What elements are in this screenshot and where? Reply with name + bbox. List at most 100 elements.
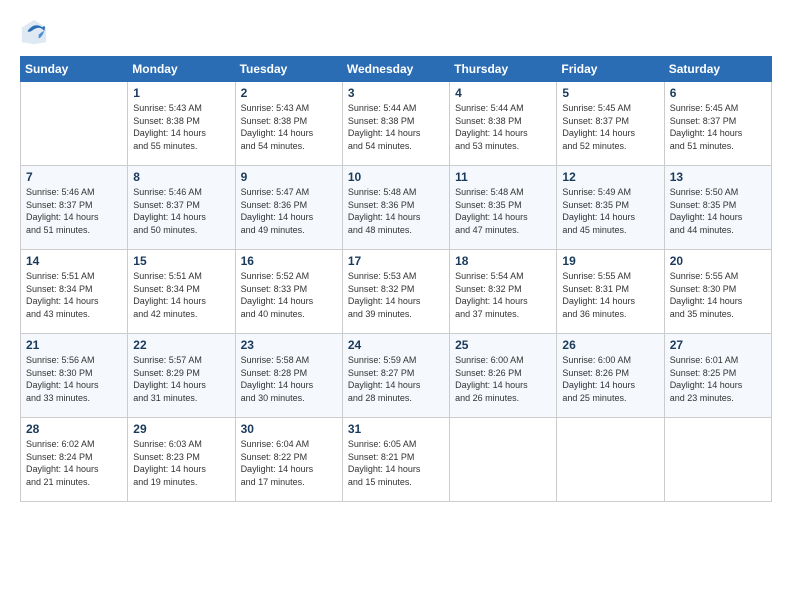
calendar-cell: 29Sunrise: 6:03 AMSunset: 8:23 PMDayligh… [128,418,235,502]
cell-info: Sunset: 8:32 PM [348,283,444,296]
cell-info: Daylight: 14 hours [348,463,444,476]
day-number: 14 [26,254,122,268]
cell-info: Sunset: 8:25 PM [670,367,766,380]
cell-info: Sunset: 8:38 PM [133,115,229,128]
cell-info: Sunset: 8:37 PM [562,115,658,128]
day-number: 19 [562,254,658,268]
day-number: 20 [670,254,766,268]
cell-info: Sunrise: 5:43 AM [241,102,337,115]
day-number: 4 [455,86,551,100]
cell-info: Sunrise: 5:47 AM [241,186,337,199]
cell-info: and 54 minutes. [348,140,444,153]
cell-info: Sunrise: 6:03 AM [133,438,229,451]
cell-info: Sunrise: 5:55 AM [670,270,766,283]
weekday-header: Sunday [21,57,128,82]
calendar-cell: 21Sunrise: 5:56 AMSunset: 8:30 PMDayligh… [21,334,128,418]
cell-info: Sunset: 8:37 PM [670,115,766,128]
day-number: 31 [348,422,444,436]
weekday-header: Friday [557,57,664,82]
cell-info: Sunrise: 5:45 AM [670,102,766,115]
calendar-cell: 22Sunrise: 5:57 AMSunset: 8:29 PMDayligh… [128,334,235,418]
cell-info: Daylight: 14 hours [670,379,766,392]
cell-info: Daylight: 14 hours [562,295,658,308]
day-number: 26 [562,338,658,352]
cell-info: and 19 minutes. [133,476,229,489]
cell-info: Daylight: 14 hours [670,295,766,308]
cell-info: Daylight: 14 hours [241,379,337,392]
calendar-week-row: 21Sunrise: 5:56 AMSunset: 8:30 PMDayligh… [21,334,772,418]
cell-info: Sunrise: 5:48 AM [348,186,444,199]
cell-info: Sunset: 8:28 PM [241,367,337,380]
cell-info: and 49 minutes. [241,224,337,237]
cell-info: Sunrise: 5:45 AM [562,102,658,115]
day-number: 11 [455,170,551,184]
cell-info: Sunset: 8:38 PM [241,115,337,128]
cell-info: Sunrise: 5:56 AM [26,354,122,367]
cell-info: Sunset: 8:36 PM [241,199,337,212]
cell-info: Sunrise: 5:49 AM [562,186,658,199]
cell-info: Sunset: 8:24 PM [26,451,122,464]
cell-info: Sunset: 8:36 PM [348,199,444,212]
calendar-cell: 7Sunrise: 5:46 AMSunset: 8:37 PMDaylight… [21,166,128,250]
cell-info: Daylight: 14 hours [133,379,229,392]
calendar-week-row: 7Sunrise: 5:46 AMSunset: 8:37 PMDaylight… [21,166,772,250]
calendar-cell: 27 Sunrise: 6:01 AMSunset: 8:25 PMDayligh… [664,334,771,418]
day-number: 22 [133,338,229,352]
cell-info: and 31 minutes. [133,392,229,405]
cell-info: Sunrise: 5:55 AM [562,270,658,283]
calendar-cell: 14Sunrise: 5:51 AMSunset: 8:34 PMDayligh… [21,250,128,334]
cell-info: Sunset: 8:27 PM [348,367,444,380]
header [20,16,772,48]
cell-info: Sunset: 8:29 PM [133,367,229,380]
weekday-header: Thursday [450,57,557,82]
cell-info: Sunrise: 5:48 AM [455,186,551,199]
day-number: 23 [241,338,337,352]
day-number: 27 [670,338,766,352]
calendar-cell [450,418,557,502]
cell-info: Daylight: 14 hours [133,127,229,140]
calendar-cell: 24Sunrise: 5:59 AMSunset: 8:27 PMDayligh… [342,334,449,418]
cell-info: and 36 minutes. [562,308,658,321]
calendar-cell: 2Sunrise: 5:43 AMSunset: 8:38 PMDaylight… [235,82,342,166]
cell-info: and 53 minutes. [455,140,551,153]
cell-info: and 51 minutes. [26,224,122,237]
calendar-cell [21,82,128,166]
calendar-cell: 13Sunrise: 5:50 AMSunset: 8:35 PMDayligh… [664,166,771,250]
cell-info: Sunset: 8:37 PM [133,199,229,212]
calendar: SundayMondayTuesdayWednesdayThursdayFrid… [20,56,772,502]
day-number: 2 [241,86,337,100]
cell-info: Sunset: 8:34 PM [133,283,229,296]
calendar-cell: 25Sunrise: 6:00 AMSunset: 8:26 PMDayligh… [450,334,557,418]
day-number: 13 [670,170,766,184]
cell-info: Sunrise: 6:05 AM [348,438,444,451]
calendar-cell: 26Sunrise: 6:00 AMSunset: 8:26 PMDayligh… [557,334,664,418]
day-number: 28 [26,422,122,436]
day-number: 10 [348,170,444,184]
cell-info: Daylight: 14 hours [133,463,229,476]
cell-info: Sunrise: 5:44 AM [455,102,551,115]
calendar-cell [557,418,664,502]
calendar-cell: 12Sunrise: 5:49 AMSunset: 8:35 PMDayligh… [557,166,664,250]
calendar-cell: 16Sunrise: 5:52 AMSunset: 8:33 PMDayligh… [235,250,342,334]
cell-info: Daylight: 14 hours [562,127,658,140]
cell-info: and 42 minutes. [133,308,229,321]
day-number: 29 [133,422,229,436]
day-number: 30 [241,422,337,436]
cell-info: Sunrise: 5:51 AM [133,270,229,283]
calendar-cell: 15Sunrise: 5:51 AMSunset: 8:34 PMDayligh… [128,250,235,334]
cell-info: and 25 minutes. [562,392,658,405]
cell-info: and 30 minutes. [241,392,337,405]
calendar-week-row: 14 Sunrise: 5:51 AMSunset: 8:34 PM Dayligh… [21,250,772,334]
weekday-header: Tuesday [235,57,342,82]
cell-info: Daylight: 14 hours [26,211,122,224]
cell-info: Sunrise: 6:01 AM [670,354,766,367]
cell-info: Sunset: 8:30 PM [26,367,122,380]
cell-info: Sunset: 8:38 PM [348,115,444,128]
cell-info: and 55 minutes. [133,140,229,153]
calendar-cell: 3Sunrise: 5:44 AMSunset: 8:38 PMDaylight… [342,82,449,166]
cell-info: Sunrise: 6:04 AM [241,438,337,451]
cell-info: Sunset: 8:35 PM [455,199,551,212]
cell-info: Sunrise: 5:44 AM [348,102,444,115]
cell-info: and 45 minutes. [562,224,658,237]
day-number: 9 [241,170,337,184]
